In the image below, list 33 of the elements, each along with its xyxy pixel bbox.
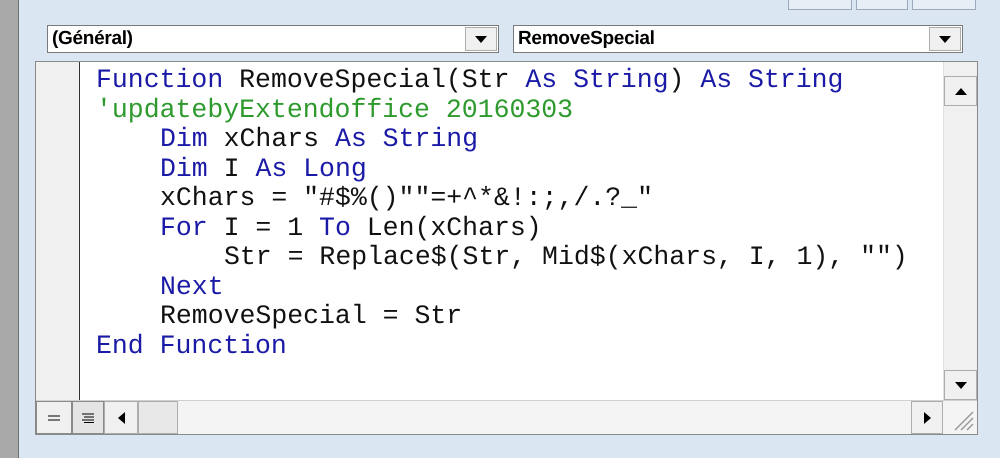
dropdown-button[interactable] xyxy=(929,27,961,51)
code-line: Next xyxy=(160,272,224,302)
code-line: For I = 1 To Len(xChars) xyxy=(160,214,542,243)
code-line: Dim xChars As String xyxy=(160,125,478,154)
lines-icon xyxy=(82,412,94,422)
dropdown-button[interactable] xyxy=(465,27,497,51)
resize-grip-icon xyxy=(952,409,974,431)
scroll-down-button[interactable] xyxy=(944,370,977,400)
dropdown-value: RemoveSpecial xyxy=(517,26,656,51)
caret-down-icon xyxy=(954,382,966,388)
dropdown-field[interactable]: RemoveSpecial xyxy=(513,25,963,53)
vertical-scrollbar[interactable] xyxy=(943,62,977,400)
caret-up-icon xyxy=(954,88,966,94)
code-line: RemoveSpecial = Str xyxy=(160,302,462,332)
code-line: Function RemoveSpecial(Str As String) As String xyxy=(96,66,844,96)
scroll-left-button[interactable] xyxy=(104,401,138,434)
caret-right-icon xyxy=(924,412,930,424)
caret-down-icon xyxy=(475,36,487,42)
scroll-thumb[interactable] xyxy=(138,401,178,434)
caret-left-icon xyxy=(118,412,124,424)
module-view-button[interactable] xyxy=(72,401,104,434)
caret-down-icon xyxy=(939,36,951,42)
code-line: xChars = "#$%()""=+^*&!:;,/.?_" xyxy=(160,184,653,214)
code-line: End Function xyxy=(96,332,287,361)
code-line: Str = Replace$(Str, Mid$(xChars, I, 1), "") xyxy=(224,243,908,272)
dropdown-value: (Général) xyxy=(51,26,134,51)
dropdown-field[interactable]: (Général) xyxy=(47,25,499,53)
procedure-view-button[interactable] xyxy=(36,401,72,434)
code-line: Dim I As Long xyxy=(160,154,367,184)
scroll-up-button[interactable] xyxy=(944,76,977,106)
code-line: 'updatebyExtendoffice 20160303 xyxy=(96,96,574,125)
scroll-right-button[interactable] xyxy=(911,401,943,434)
lines-icon xyxy=(48,414,60,420)
